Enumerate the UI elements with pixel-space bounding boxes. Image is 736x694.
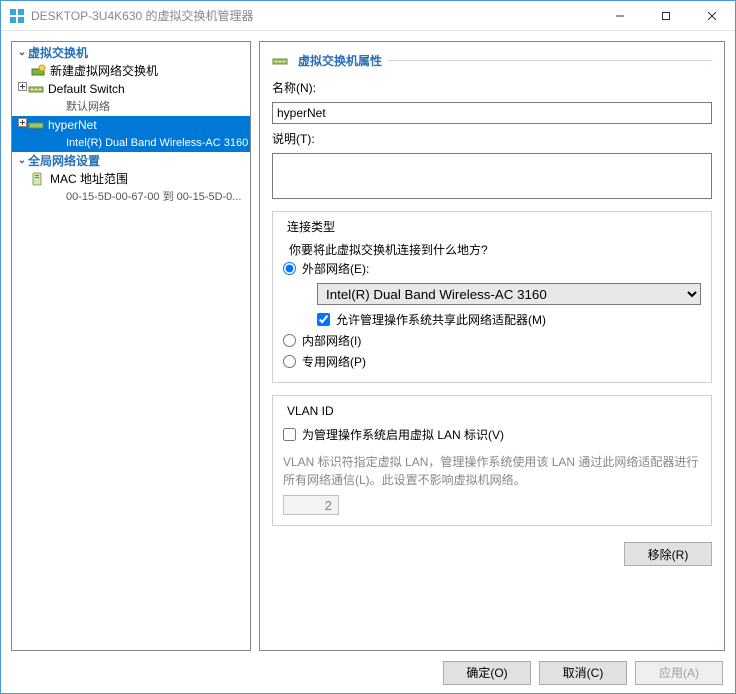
name-input[interactable] xyxy=(272,102,712,124)
radio-external[interactable]: 外部网络(E): xyxy=(283,258,701,279)
radio-private-label: 专用网络(P) xyxy=(302,353,366,370)
cancel-button[interactable]: 取消(C) xyxy=(539,661,627,685)
switch-icon xyxy=(28,117,44,133)
checkbox-vlan-enable[interactable]: 为管理操作系统启用虚拟 LAN 标识(V) xyxy=(283,424,701,445)
tree-item-label: MAC 地址范围 xyxy=(50,171,128,187)
virtual-switch-manager-window: DESKTOP-3U4K630 的虚拟交换机管理器 ⌄ 虚拟交换机 新建虚拟网络… xyxy=(0,0,736,694)
tree-item-sublabel: Intel(R) Dual Band Wireless-AC 3160 xyxy=(66,135,248,151)
connection-type-label: 连接类型 xyxy=(283,218,339,235)
desc-label: 说明(T): xyxy=(272,130,712,147)
dialog-footer: 确定(O) 取消(C) 应用(A) xyxy=(1,651,735,693)
tree-item-new-vswitch[interactable]: 新建虚拟网络交换机 xyxy=(12,62,250,80)
switch-icon xyxy=(28,81,44,97)
tree-item-mac-range-sub[interactable]: 00-15-5D-00-67-00 到 00-15-5D-0... xyxy=(12,188,250,206)
tree-section-label: 虚拟交换机 xyxy=(28,45,88,61)
apply-button[interactable]: 应用(A) xyxy=(635,661,723,685)
tree-section-global[interactable]: ⌄ 全局网络设置 xyxy=(12,152,250,170)
tree-item-default-switch-sub[interactable]: 默认网络 xyxy=(12,98,250,116)
tree-item-hypernet[interactable]: hyperNet xyxy=(12,116,250,134)
external-adapter-select[interactable]: Intel(R) Dual Band Wireless-AC 3160 xyxy=(317,283,701,305)
window-title: DESKTOP-3U4K630 的虚拟交换机管理器 xyxy=(31,7,597,24)
checkbox-share-adapter-input[interactable] xyxy=(317,313,330,326)
radio-private[interactable]: 专用网络(P) xyxy=(283,351,701,372)
connection-type-group: 连接类型 你要将此虚拟交换机连接到什么地方? 外部网络(E): Intel(R)… xyxy=(272,211,712,383)
radio-internal-label: 内部网络(I) xyxy=(302,332,361,349)
vlan-hint: VLAN 标识符指定虚拟 LAN，管理操作系统使用该 LAN 通过此网络适配器进… xyxy=(283,453,701,489)
radio-external-label: 外部网络(E): xyxy=(302,260,369,277)
app-icon xyxy=(9,8,25,24)
properties-header: 虚拟交换机属性 xyxy=(272,52,712,69)
titlebar: DESKTOP-3U4K630 的虚拟交换机管理器 xyxy=(1,1,735,31)
tree-panel: ⌄ 虚拟交换机 新建虚拟网络交换机 Default Switch 默认网络 xyxy=(11,41,251,651)
mac-icon xyxy=(30,171,46,187)
remove-button[interactable]: 移除(R) xyxy=(624,542,712,566)
tree-item-sublabel: 00-15-5D-00-67-00 到 00-15-5D-0... xyxy=(66,189,241,205)
collapse-icon: ⌄ xyxy=(16,45,28,61)
connection-question: 你要将此虚拟交换机连接到什么地方? xyxy=(283,241,701,258)
expand-icon xyxy=(16,81,28,97)
tree-item-label: Default Switch xyxy=(48,81,125,97)
properties-header-label: 虚拟交换机属性 xyxy=(298,52,382,69)
tree-section-vswitch[interactable]: ⌄ 虚拟交换机 xyxy=(12,44,250,62)
vlan-id-input xyxy=(283,495,339,515)
tree-item-hypernet-sub[interactable]: Intel(R) Dual Band Wireless-AC 3160 xyxy=(12,134,250,152)
radio-internal[interactable]: 内部网络(I) xyxy=(283,330,701,351)
checkbox-vlan-enable-label: 为管理操作系统启用虚拟 LAN 标识(V) xyxy=(302,426,504,443)
detail-panel: 虚拟交换机属性 名称(N): 说明(T): 连接类型 你要将此虚拟交换机连接到什… xyxy=(259,41,725,651)
radio-external-input[interactable] xyxy=(283,262,296,275)
tree-item-default-switch[interactable]: Default Switch xyxy=(12,80,250,98)
checkbox-share-adapter[interactable]: 允许管理操作系统共享此网络适配器(M) xyxy=(283,309,701,330)
checkbox-share-adapter-label: 允许管理操作系统共享此网络适配器(M) xyxy=(336,311,546,328)
minimize-button[interactable] xyxy=(597,1,643,31)
header-divider xyxy=(388,60,712,61)
tree-section-label: 全局网络设置 xyxy=(28,153,100,169)
radio-private-input[interactable] xyxy=(283,355,296,368)
checkbox-vlan-enable-input[interactable] xyxy=(283,428,296,441)
desc-textarea[interactable] xyxy=(272,153,712,199)
radio-internal-input[interactable] xyxy=(283,334,296,347)
collapse-icon: ⌄ xyxy=(16,153,28,169)
tree-item-sublabel: 默认网络 xyxy=(66,99,110,115)
close-button[interactable] xyxy=(689,1,735,31)
tree-item-label: hyperNet xyxy=(48,117,97,133)
name-label: 名称(N): xyxy=(272,79,712,96)
ok-button[interactable]: 确定(O) xyxy=(443,661,531,685)
new-vswitch-icon xyxy=(30,63,46,79)
vlan-group: VLAN ID 为管理操作系统启用虚拟 LAN 标识(V) VLAN 标识符指定… xyxy=(272,395,712,526)
switch-icon xyxy=(272,53,288,69)
tree-item-mac-range[interactable]: MAC 地址范围 xyxy=(12,170,250,188)
expand-icon xyxy=(16,117,28,133)
vlan-group-label: VLAN ID xyxy=(283,404,338,418)
tree-item-label: 新建虚拟网络交换机 xyxy=(50,63,158,79)
maximize-button[interactable] xyxy=(643,1,689,31)
